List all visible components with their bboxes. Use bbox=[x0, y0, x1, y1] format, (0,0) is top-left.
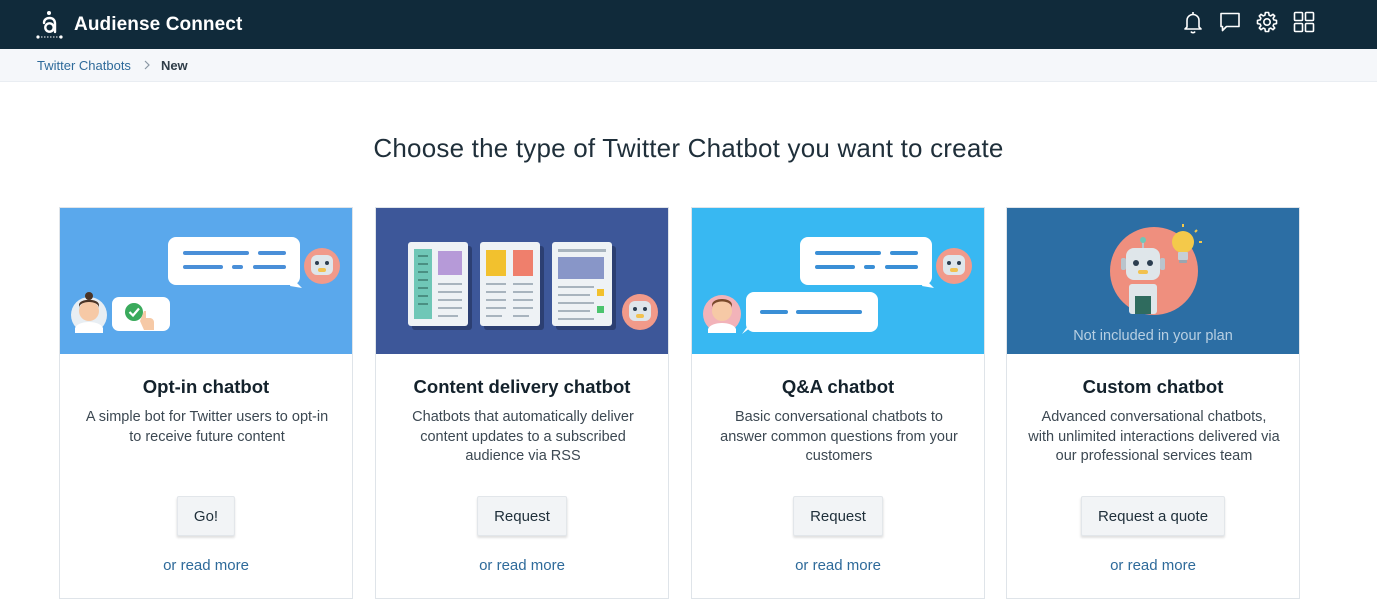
read-more-link[interactable]: or read more bbox=[692, 557, 984, 574]
chatbot-card-qa: Q&A chatbot Basic conversational chatbot… bbox=[691, 207, 985, 599]
opt-in-illustration bbox=[60, 208, 352, 354]
card-description: Advanced conversational chatbots, with u… bbox=[1028, 409, 1280, 465]
breadcrumb-twitter-chatbots-link[interactable]: Twitter Chatbots bbox=[37, 58, 131, 73]
card-title: Content delivery chatbot bbox=[413, 376, 631, 397]
request-button[interactable]: Request bbox=[793, 496, 883, 536]
request-button[interactable]: Request bbox=[477, 496, 567, 536]
card-illustration bbox=[60, 208, 352, 354]
card-description: Basic conversational chatbots to answer … bbox=[720, 409, 958, 465]
audiense-logo-icon bbox=[36, 10, 63, 39]
breadcrumb-current: New bbox=[160, 57, 188, 73]
plan-restriction-label: Not included in your plan bbox=[1073, 328, 1233, 344]
card-description: Chatbots that automatically deliver cont… bbox=[412, 409, 634, 465]
card-title: Q&A chatbot bbox=[781, 376, 895, 397]
notifications-button[interactable] bbox=[1180, 9, 1206, 35]
card-illustration bbox=[692, 208, 984, 354]
read-more-link[interactable]: or read more bbox=[376, 557, 668, 574]
chatbot-card-opt-in: Opt-in chatbot A simple bot for Twitter … bbox=[59, 207, 353, 599]
app-name: Audiense Connect bbox=[74, 13, 243, 35]
brand-home-link[interactable]: Audiense Connect bbox=[36, 10, 242, 40]
card-title: Custom chatbot bbox=[1082, 376, 1224, 397]
chatbot-card-content-delivery: Content delivery chatbot Chatbots that a… bbox=[375, 207, 669, 599]
messages-button[interactable] bbox=[1217, 9, 1243, 35]
card-illustration bbox=[376, 208, 668, 354]
breadcrumb: Twitter Chatbots New bbox=[0, 49, 1377, 82]
card-title: Opt-in chatbot bbox=[142, 376, 270, 397]
content-delivery-illustration bbox=[376, 208, 668, 354]
chat-icon bbox=[1220, 12, 1240, 32]
chatbot-card-custom: Not included in your plan Custom chatbot… bbox=[1006, 207, 1300, 599]
apps-grid-icon bbox=[1293, 11, 1315, 33]
read-more-link[interactable]: or read more bbox=[1007, 557, 1299, 574]
card-description: A simple bot for Twitter users to opt-in… bbox=[85, 409, 329, 445]
gear-icon bbox=[1256, 11, 1278, 33]
header-actions bbox=[1169, 9, 1317, 35]
bell-icon bbox=[1184, 12, 1202, 34]
apps-button[interactable] bbox=[1291, 9, 1317, 35]
request-quote-button[interactable]: Request a quote bbox=[1080, 496, 1226, 536]
chevron-right-icon bbox=[144, 60, 150, 70]
card-illustration: Not included in your plan bbox=[1007, 208, 1299, 354]
qa-illustration bbox=[692, 208, 984, 354]
read-more-link[interactable]: or read more bbox=[60, 557, 352, 574]
go-button[interactable]: Go! bbox=[176, 496, 236, 536]
page-title: Choose the type of Twitter Chatbot you w… bbox=[373, 133, 1004, 163]
top-navigation-bar: Audiense Connect bbox=[0, 0, 1377, 49]
settings-button[interactable] bbox=[1254, 9, 1280, 35]
